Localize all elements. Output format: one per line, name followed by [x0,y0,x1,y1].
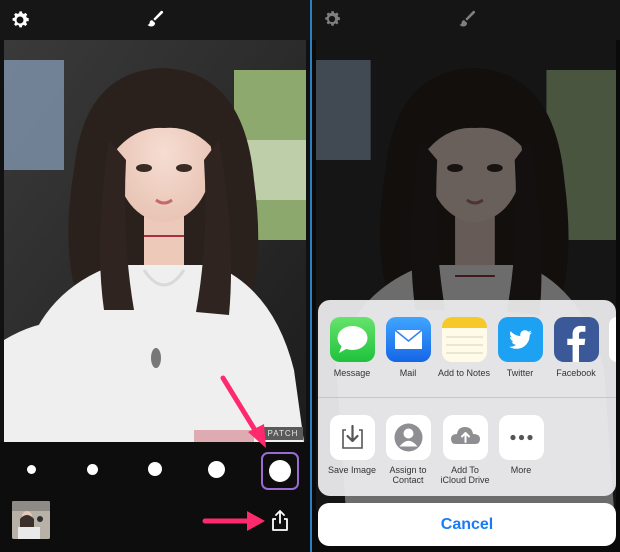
brush-size-medium[interactable] [148,462,162,476]
save-image-icon [329,415,375,460]
share-app-label: Facebook [556,368,596,378]
share-screen: Message Mail Add to Notes Twitter Facebo… [312,0,620,552]
contact-icon [385,415,431,460]
cancel-button[interactable]: Cancel [318,503,616,546]
share-app-overflow-edge [609,317,616,362]
share-app-mail[interactable]: Mail [378,317,438,378]
action-label: More [510,465,532,475]
sheet-divider [318,397,616,398]
brush-size-extra-large[interactable] [269,460,291,482]
share-app-facebook[interactable]: Facebook [546,317,606,378]
brush-icon[interactable] [145,9,165,29]
twitter-icon [497,317,543,362]
top-toolbar [0,0,310,40]
action-add-to-icloud-drive[interactable]: Add To iCloud Drive [434,415,496,485]
more-icon [498,415,544,460]
share-app-label: Mail [399,368,417,378]
action-more[interactable]: More [490,415,552,475]
screenshot-pair: PATCH Message Mail Add to Notes Twitter … [0,0,620,552]
gear-icon [325,11,340,26]
mail-icon [385,317,431,362]
action-save-image[interactable]: Save Image [321,415,383,475]
share-app-label: Add to Notes [437,368,491,378]
editor-screen: PATCH [0,0,310,552]
icloud-icon [442,415,488,460]
patch-label: PATCH [263,427,303,440]
share-app-label: Twitter [506,368,534,378]
messages-icon [329,317,375,362]
brush-size-extra-small[interactable] [27,465,36,474]
share-app-label: Message [333,368,371,378]
photo-thumbnail[interactable] [12,501,50,539]
brush-size-large[interactable] [208,461,225,478]
share-app-twitter[interactable]: Twitter [490,317,550,378]
share-app-message[interactable]: Message [322,317,382,378]
share-app-notes[interactable]: Add to Notes [434,317,494,378]
action-assign-to-contact[interactable]: Assign to Contact [377,415,439,485]
action-label: Save Image [327,465,377,475]
selfie-photo[interactable] [4,40,306,442]
brush-icon [459,10,476,27]
share-sheet: Message Mail Add to Notes Twitter Facebo… [318,300,616,496]
facebook-icon [553,317,599,362]
top-toolbar-dimmed [312,0,620,40]
notes-icon [441,317,487,362]
action-label: Add To iCloud Drive [440,465,490,485]
brush-size-small[interactable] [87,464,98,475]
share-icon[interactable] [270,510,290,532]
action-label: Assign to Contact [389,465,427,485]
gear-icon[interactable] [9,9,31,31]
